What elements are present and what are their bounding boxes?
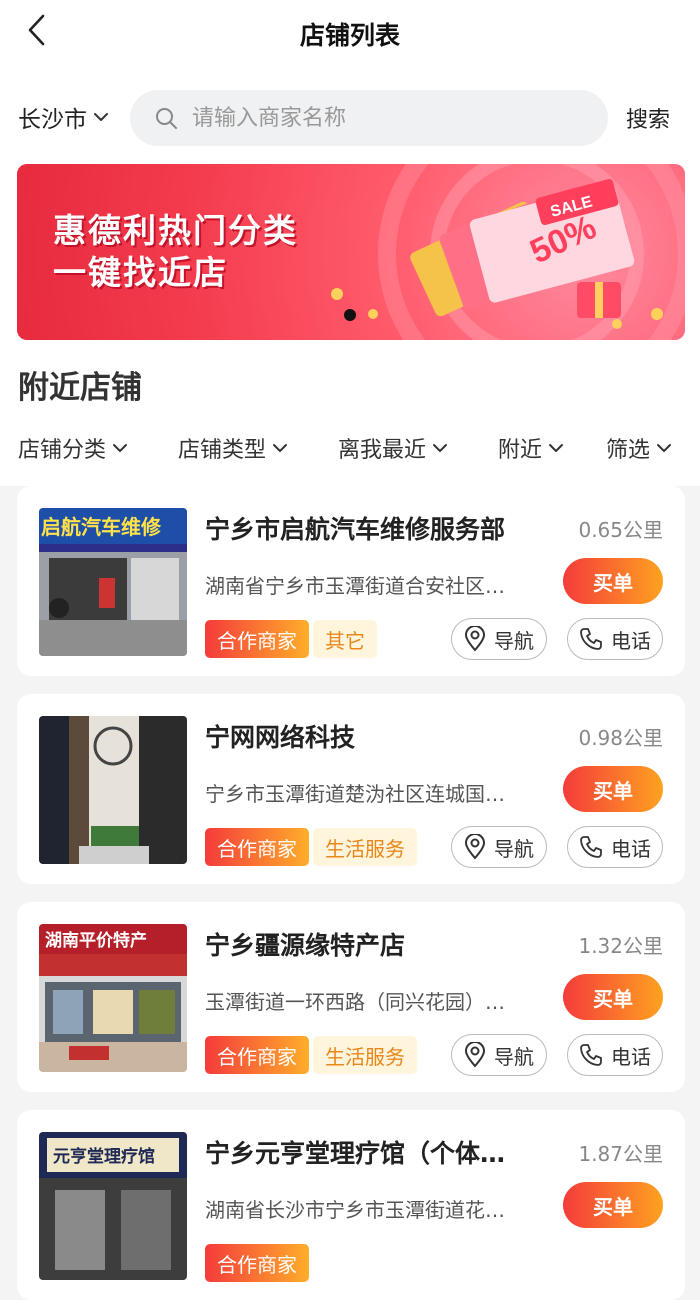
store-card[interactable]: 宁网网络科技 0.98公里 宁乡市玉潭街道楚沩社区连城国… 买单 合作商家 生活… [17, 694, 685, 884]
sign-text: 元亨堂理疗馆 [53, 1146, 155, 1167]
filter-nearest[interactable]: 离我最近 [338, 432, 448, 464]
filter-screen[interactable]: 筛选 [606, 432, 672, 464]
filter-label: 店铺分类 [18, 438, 107, 463]
category-tag: 生活服务 [313, 1036, 417, 1074]
search-bar: 长沙市 搜索 [0, 86, 700, 150]
top-panel: 店铺列表 长沙市 搜索 50% SALE [0, 0, 700, 486]
location-pin-icon [464, 834, 486, 860]
store-photo: 湖南平价特产 [39, 924, 187, 1072]
call-button[interactable]: 电话 [567, 826, 663, 868]
search-input[interactable] [192, 105, 572, 131]
search-button[interactable]: 搜索 [626, 102, 670, 134]
city-label: 长沙市 [18, 107, 87, 133]
filter-nearby[interactable]: 附近 [498, 432, 564, 464]
navigate-button[interactable]: 导航 [451, 826, 547, 868]
filter-store-category[interactable]: 店铺分类 [18, 432, 128, 464]
store-name: 宁乡元亨堂理疗馆（个体… [205, 1139, 506, 1168]
pay-button[interactable]: 买单 [563, 766, 663, 812]
partner-tag: 合作商家 [205, 1244, 309, 1282]
store-address: 玉潭街道一环西路（同兴花园）… [205, 990, 505, 1014]
sign-text: 湖南平价特产 [45, 930, 147, 951]
chevron-down-icon [433, 444, 448, 452]
banner-headline: 惠德利热门分类 [53, 211, 298, 250]
pay-button[interactable]: 买单 [563, 558, 663, 604]
filter-label: 附近 [498, 438, 543, 463]
store-name: 宁乡疆源缘特产店 [205, 931, 406, 960]
pay-button[interactable]: 买单 [563, 974, 663, 1020]
store-card[interactable]: 元亨堂理疗馆 宁乡元亨堂理疗馆（个体… 1.87公里 湖南省长沙市宁乡市玉潭街道… [17, 1110, 685, 1300]
partner-tag: 合作商家 [205, 620, 309, 658]
search-icon [154, 106, 178, 130]
category-tag: 生活服务 [313, 828, 417, 866]
call-label: 电话 [611, 1044, 651, 1069]
section-title: 附近店铺 [18, 370, 142, 406]
store-distance: 0.98公里 [578, 726, 663, 750]
banner-subheadline: 一键找近店 [53, 253, 228, 292]
chevron-down-icon [273, 444, 288, 452]
store-photo: 启航汽车维修 [39, 508, 187, 656]
chevron-down-icon [549, 444, 564, 452]
phone-icon [580, 1044, 602, 1066]
store-card[interactable]: 湖南平价特产 宁乡疆源缘特产店 1.32公里 玉潭街道一环西路（同兴花园）… 买… [17, 902, 685, 1092]
location-pin-icon [464, 1042, 486, 1068]
store-distance: 1.32公里 [578, 934, 663, 958]
store-address: 湖南省宁乡市玉潭街道合安社区… [205, 574, 505, 598]
store-name: 宁网网络科技 [205, 723, 356, 752]
sign-text: 启航汽车维修 [41, 515, 162, 539]
filter-label: 筛选 [606, 438, 651, 463]
store-name: 宁乡市启航汽车维修服务部 [205, 515, 506, 544]
city-selector[interactable]: 长沙市 [18, 100, 109, 134]
partner-tag: 合作商家 [205, 828, 309, 866]
search-field[interactable] [130, 90, 608, 146]
store-photo: 元亨堂理疗馆 [39, 1132, 187, 1280]
header: 店铺列表 [0, 0, 700, 70]
location-pin-icon [464, 626, 486, 652]
partner-tag: 合作商家 [205, 1036, 309, 1074]
call-label: 电话 [611, 628, 651, 653]
store-photo [39, 716, 187, 864]
call-button[interactable]: 电话 [567, 618, 663, 660]
filter-bar: 店铺分类 店铺类型 离我最近 附近 筛选 [0, 426, 700, 470]
filter-label: 离我最近 [338, 438, 427, 463]
phone-icon [580, 628, 602, 650]
carousel-indicator[interactable] [344, 309, 356, 321]
page-title: 店铺列表 [299, 21, 400, 50]
filter-store-type[interactable]: 店铺类型 [178, 432, 288, 464]
store-address: 宁乡市玉潭街道楚沩社区连城国… [205, 782, 505, 806]
category-tag: 其它 [313, 620, 377, 658]
navigate-button[interactable]: 导航 [451, 1034, 547, 1076]
call-button[interactable]: 电话 [567, 1034, 663, 1076]
chevron-down-icon [113, 444, 128, 452]
navigate-label: 导航 [494, 836, 534, 861]
filter-label: 店铺类型 [178, 438, 267, 463]
store-distance: 0.65公里 [578, 518, 663, 542]
navigate-label: 导航 [494, 628, 534, 653]
chevron-down-icon [94, 113, 108, 121]
navigate-button[interactable]: 导航 [451, 618, 547, 660]
pay-button[interactable]: 买单 [563, 1182, 663, 1228]
chevron-down-icon [657, 444, 672, 452]
store-card[interactable]: 启航汽车维修 宁乡市启航汽车维修服务部 0.65公里 湖南省宁乡市玉潭街道合安社… [17, 486, 685, 676]
store-address: 湖南省长沙市宁乡市玉潭街道花… [205, 1198, 505, 1222]
call-label: 电话 [611, 836, 651, 861]
phone-icon [580, 836, 602, 858]
store-distance: 1.87公里 [578, 1142, 663, 1166]
navigate-label: 导航 [494, 1044, 534, 1069]
